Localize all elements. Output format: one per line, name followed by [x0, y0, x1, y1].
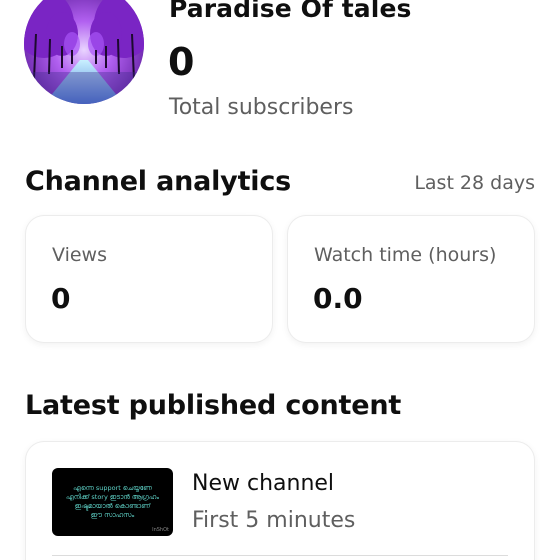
- card-divider: [52, 555, 508, 556]
- latest-content-title: Latest published content: [25, 390, 402, 421]
- analytics-period-label: Last 28 days: [414, 172, 535, 194]
- channel-name: Paradise Of tales: [169, 0, 412, 23]
- channel-avatar[interactable]: [24, 0, 144, 104]
- subscriber-label: Total subscribers: [169, 95, 354, 120]
- channel-analytics-title: Channel analytics: [25, 166, 292, 197]
- thumbnail-text-line: ഇഷ്ടമായാൽ കൊണ്ടാണ്: [74, 502, 151, 510]
- video-thumbnail[interactable]: എന്നെ support ചെയ്യണേ എനിക്ക് story ഇടാൻ…: [52, 468, 173, 536]
- views-value: 0: [51, 282, 71, 315]
- video-title[interactable]: New channel: [192, 471, 334, 496]
- thumbnail-text-line: ഈ സാഹസം: [90, 511, 135, 519]
- thumbnail-text-line: എനിക്ക് story ഇടാൻ ആഗ്രഹം: [65, 493, 160, 501]
- thumbnail-watermark: InShOt: [152, 527, 169, 533]
- views-card[interactable]: Views 0: [26, 216, 272, 342]
- watch-time-card[interactable]: Watch time (hours) 0.0: [288, 216, 534, 342]
- avatar-image: [24, 0, 144, 104]
- watch-time-value: 0.0: [313, 282, 363, 315]
- watch-time-label: Watch time (hours): [314, 244, 497, 266]
- subscriber-count: 0: [168, 40, 195, 84]
- thumbnail-text-line: എന്നെ support ചെയ്യണേ: [73, 484, 152, 492]
- channel-dashboard: Paradise Of tales 0 Total subscribers Ch…: [0, 0, 560, 560]
- views-label: Views: [52, 244, 107, 266]
- latest-video-card[interactable]: എന്നെ support ചെയ്യണേ എനിക്ക് story ഇടാൻ…: [26, 442, 534, 560]
- video-meta: First 5 minutes: [192, 508, 356, 533]
